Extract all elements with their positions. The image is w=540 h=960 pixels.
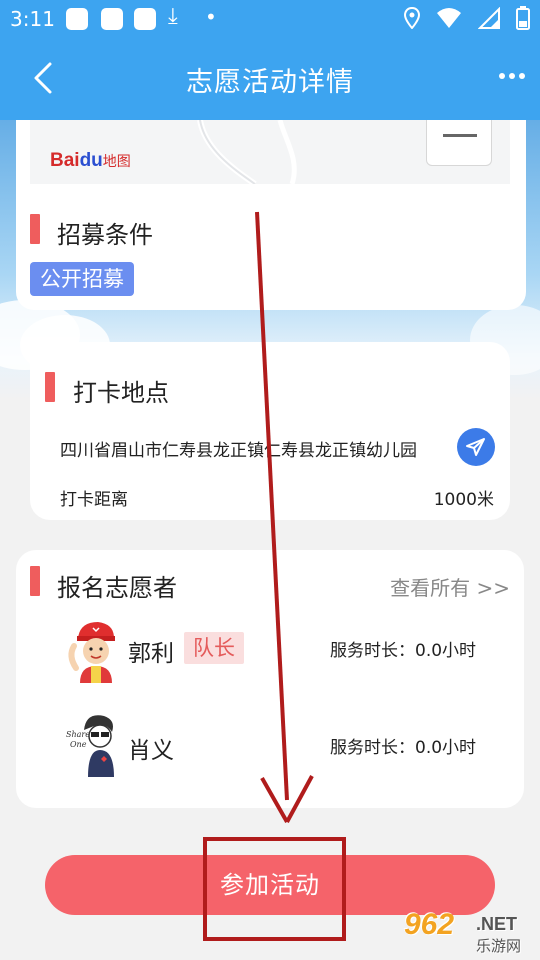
checkin-address: 四川省眉山市仁寿县龙正镇仁寿县龙正镇幼儿园 <box>60 441 417 461</box>
map-view[interactable]: Baidu地图 <box>30 120 510 184</box>
section-marker <box>30 214 40 244</box>
volunteer-name: 郭利 <box>128 641 174 667</box>
download-icon: ⤓ <box>168 4 178 29</box>
volunteer-name: 肖义 <box>128 738 174 764</box>
volunteers-card: 报名志愿者 查看所有 >> 郭利 队长 服务时长：0.0小时 Share One <box>16 550 524 808</box>
checkin-card: 打卡地点 四川省眉山市仁寿县龙正镇仁寿县龙正镇幼儿园 打卡距离 1000米 <box>30 342 510 520</box>
svg-text:One: One <box>70 740 87 749</box>
page-title: 志愿活动详情 <box>186 67 354 98</box>
status-bar: 3:11 ⤓ • <box>0 0 540 38</box>
watermark-logo: 962 .NET 乐游网 <box>404 908 522 955</box>
location-icon <box>404 7 420 29</box>
recruit-tag: 公开招募 <box>30 262 134 296</box>
service-duration: 服务时长：0.0小时 <box>330 641 477 661</box>
leader-badge: 队长 <box>184 632 244 664</box>
navigation-bar: 志愿活动详情 <box>0 38 540 120</box>
notification-icon <box>101 8 123 30</box>
send-icon <box>466 438 485 456</box>
status-time: 3:11 <box>10 7 55 31</box>
notification-icon <box>66 8 88 30</box>
navigate-button[interactable] <box>457 428 495 466</box>
section-title-checkin: 打卡地点 <box>73 379 169 407</box>
view-all-link[interactable]: 查看所有 >> <box>390 572 510 601</box>
more-dots-icon[interactable] <box>494 64 530 88</box>
distance-label: 打卡距离 <box>60 490 128 510</box>
section-marker <box>30 566 40 596</box>
baidu-map-logo: Baidu地图 <box>50 150 131 171</box>
service-duration: 服务时长：0.0小时 <box>330 738 477 758</box>
battery-icon <box>516 6 530 30</box>
avatar: Share One <box>66 715 114 777</box>
section-title-volunteers: 报名志愿者 <box>57 574 177 602</box>
recruit-card: Baidu地图 招募条件 公开招募 <box>16 120 526 310</box>
wifi-icon <box>437 8 461 28</box>
notification-icon <box>134 8 156 30</box>
zoom-out-button[interactable] <box>426 120 492 166</box>
avatar <box>68 622 115 683</box>
section-marker <box>45 372 55 402</box>
svg-text:Share: Share <box>66 730 90 739</box>
section-title-recruit: 招募条件 <box>57 221 153 249</box>
dot-icon: • <box>205 5 217 29</box>
distance-value: 1000米 <box>433 490 494 510</box>
annotation-highlight-box <box>203 837 346 941</box>
signal-icon <box>478 7 500 29</box>
